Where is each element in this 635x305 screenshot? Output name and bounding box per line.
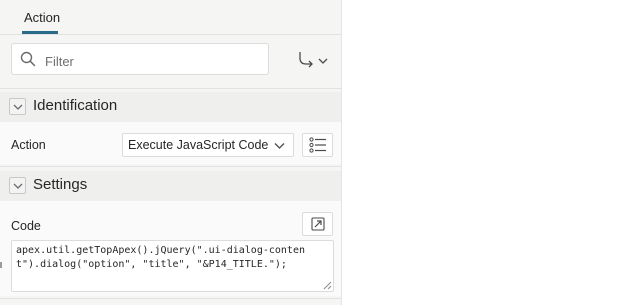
action-select-value: Execute JavaScript Code — [128, 138, 269, 152]
identification-title: Identification — [33, 97, 118, 114]
go-to-group-menu-button[interactable] — [296, 49, 330, 71]
divider — [0, 166, 341, 167]
code-label: Code — [11, 219, 41, 233]
splitter-handle[interactable] — [0, 262, 2, 268]
filter-field[interactable] — [11, 43, 269, 75]
active-tab-indicator — [22, 31, 58, 34]
action-label: Action — [11, 138, 46, 152]
expand-arrow-icon — [311, 217, 325, 231]
identification-collapse-toggle[interactable] — [9, 98, 26, 115]
numbered-list-icon — [309, 137, 326, 153]
action-select[interactable]: Execute JavaScript Code — [122, 133, 294, 157]
code-textarea[interactable]: apex.util.getTopApex().jQuery(".ui-dialo… — [11, 240, 334, 292]
property-editor-panel: Action Identification Action Execute Jav… — [0, 0, 342, 305]
tab-bar: Action — [0, 0, 341, 35]
tab-action[interactable]: Action — [24, 10, 60, 25]
settings-title: Settings — [33, 176, 88, 193]
divider — [0, 88, 341, 89]
resize-grip-icon[interactable] — [323, 281, 332, 290]
chevron-down-icon — [13, 183, 23, 189]
code-editor-expand-button[interactable] — [302, 212, 333, 236]
chevron-down-icon — [274, 143, 285, 149]
settings-collapse-toggle[interactable] — [9, 177, 26, 194]
identification-section-header: Identification — [0, 92, 341, 122]
list-of-values-button[interactable] — [302, 133, 333, 157]
divider — [0, 298, 341, 299]
filter-input[interactable] — [43, 50, 267, 72]
settings-section-header: Settings — [0, 171, 341, 201]
arrow-down-right-icon — [299, 52, 313, 68]
search-icon — [20, 51, 36, 67]
chevron-down-icon — [13, 104, 23, 110]
chevron-down-icon — [318, 58, 328, 64]
